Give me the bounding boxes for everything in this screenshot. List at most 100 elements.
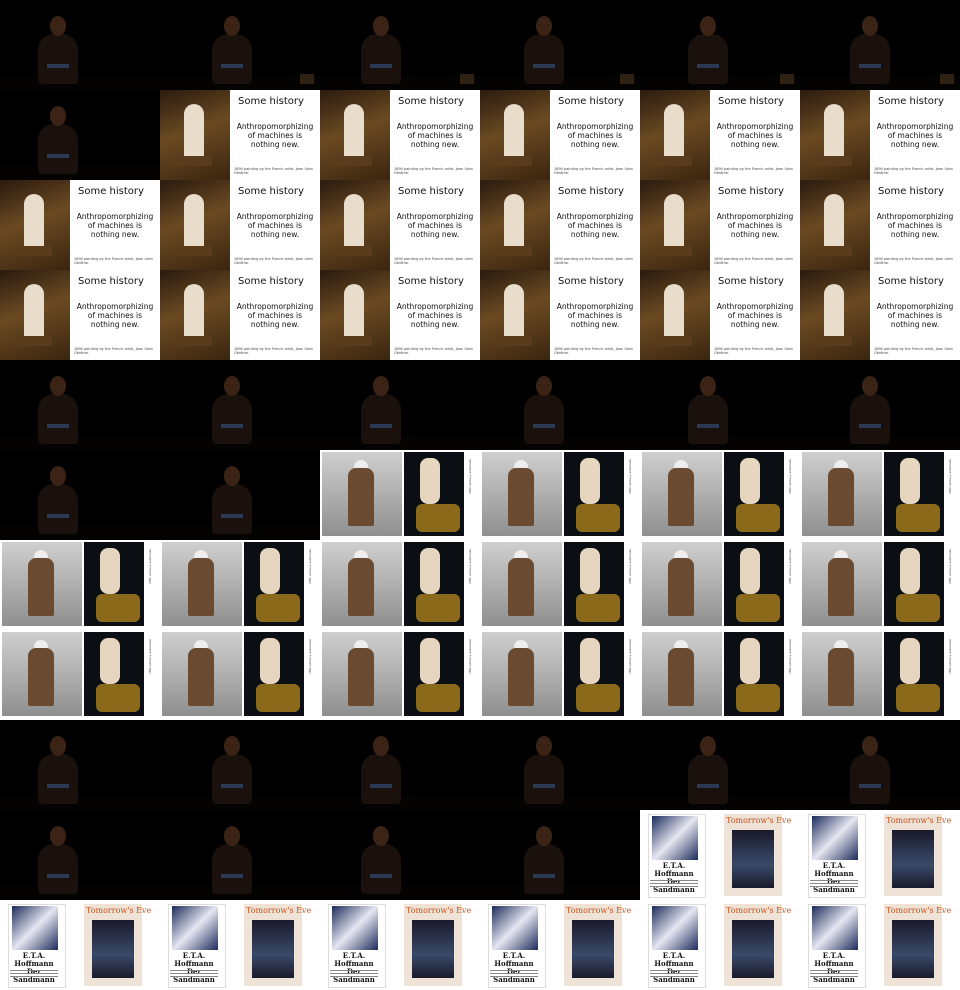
- frame-person[interactable]: [320, 720, 480, 810]
- frame-person[interactable]: [0, 90, 160, 180]
- frame-person[interactable]: [320, 360, 480, 450]
- frame-slideB[interactable]: 18th century automata: [0, 540, 160, 630]
- frame-person[interactable]: [160, 0, 320, 90]
- frame-person[interactable]: [800, 360, 960, 450]
- cover-illustration: [892, 830, 934, 888]
- vertical-caption: [950, 904, 958, 986]
- frame-slideA[interactable]: Some history Anthropomorphizing of machin…: [160, 90, 320, 180]
- frame-person[interactable]: [0, 360, 160, 450]
- frame-person[interactable]: [480, 810, 640, 900]
- automaton-figure: [828, 648, 854, 706]
- slide-body: Anthropomorphizing of machines is nothin…: [876, 122, 954, 149]
- speaker-body: [688, 34, 728, 84]
- frame-slideB[interactable]: 18th century automata: [160, 540, 320, 630]
- frame-person[interactable]: [800, 720, 960, 810]
- gear-mechanism: [736, 504, 780, 532]
- cover-illustration: [492, 906, 538, 950]
- frame-person[interactable]: [320, 810, 480, 900]
- frame-slideC[interactable]: E.T.A. Hoffmann Der Sandmann Tomorrow's E…: [640, 810, 800, 900]
- cover-title: Tomorrow's Eve: [246, 906, 312, 915]
- speaker-body: [38, 394, 78, 444]
- frame-slideA[interactable]: Some history Anthropomorphizing of machin…: [480, 90, 640, 180]
- cover-illustration: [732, 920, 774, 978]
- frame-person[interactable]: [0, 810, 160, 900]
- statue-figure: [664, 284, 684, 340]
- automaton-figure: [668, 558, 694, 616]
- automaton-doll: [740, 548, 760, 594]
- frame-slideB[interactable]: 18th century automata: [160, 630, 320, 720]
- frame-person[interactable]: [480, 720, 640, 810]
- frame-person[interactable]: [160, 360, 320, 450]
- slide-caption: 1890 painting by the French artist, Jean…: [74, 347, 153, 355]
- frame-person[interactable]: [640, 0, 800, 90]
- frame-slideC[interactable]: E.T.A. Hoffmann Der Sandmann Tomorrow's E…: [480, 900, 640, 990]
- gear-mechanism: [576, 594, 620, 622]
- frame-slideA[interactable]: Some history Anthropomorphizing of machin…: [640, 180, 800, 270]
- frame-slideA[interactable]: Some history Anthropomorphizing of machin…: [160, 270, 320, 360]
- frame-person[interactable]: [160, 720, 320, 810]
- frame-person[interactable]: [0, 450, 160, 540]
- frame-person[interactable]: [160, 810, 320, 900]
- frame-person[interactable]: [160, 450, 320, 540]
- frame-person[interactable]: [640, 720, 800, 810]
- frame-person[interactable]: [0, 720, 160, 810]
- frame-slideB[interactable]: 18th century automata: [800, 450, 960, 540]
- frame-slideC[interactable]: E.T.A. Hoffmann Der Sandmann Tomorrow's E…: [160, 900, 320, 990]
- frame-slideB[interactable]: 18th century automata: [480, 630, 640, 720]
- frame-slideA[interactable]: Some history Anthropomorphizing of machin…: [480, 180, 640, 270]
- frame-slideA[interactable]: Some history Anthropomorphizing of machin…: [800, 180, 960, 270]
- frame-slideB[interactable]: 18th century automata: [320, 630, 480, 720]
- frame-person[interactable]: [320, 0, 480, 90]
- frame-slideA[interactable]: Some history Anthropomorphizing of machin…: [0, 270, 160, 360]
- frame-person[interactable]: [800, 0, 960, 90]
- speaker-belt: [47, 64, 69, 68]
- slide-body: Anthropomorphizing of machines is nothin…: [716, 302, 794, 329]
- speaker-head: [50, 826, 66, 846]
- frame-slideB[interactable]: 18th century automata: [640, 630, 800, 720]
- frame-slideA[interactable]: Some history Anthropomorphizing of machin…: [320, 90, 480, 180]
- frame-slideB[interactable]: 18th century automata: [320, 540, 480, 630]
- stage-floor: [0, 886, 160, 900]
- slide-caption: 1890 painting by the French artist, Jean…: [74, 257, 153, 265]
- frame-slideC[interactable]: E.T.A. Hoffmann Der Sandmann Tomorrow's E…: [320, 900, 480, 990]
- frame-person[interactable]: [0, 0, 160, 90]
- frame-person[interactable]: [640, 360, 800, 450]
- frame-slideC[interactable]: E.T.A. Hoffmann Der Sandmann Tomorrow's E…: [0, 900, 160, 990]
- frame-slideC[interactable]: E.T.A. Hoffmann Der Sandmann Tomorrow's E…: [800, 900, 960, 990]
- frame-slideA[interactable]: Some history Anthropomorphizing of machin…: [160, 180, 320, 270]
- speaker-head: [862, 736, 878, 756]
- frame-person[interactable]: [480, 360, 640, 450]
- frame-slideC[interactable]: E.T.A. Hoffmann Der Sandmann Tomorrow's E…: [800, 810, 960, 900]
- automaton-doll: [260, 638, 280, 684]
- slide-heading: Some history: [878, 276, 944, 287]
- frame-slideA[interactable]: Some history Anthropomorphizing of machin…: [320, 270, 480, 360]
- cover-title: E.T.A. Hoffmann Der Sandmann: [813, 951, 855, 984]
- speaker-head: [50, 106, 66, 126]
- frame-slideB[interactable]: 18th century automata: [640, 450, 800, 540]
- automaton-figure: [28, 648, 54, 706]
- frame-slideB[interactable]: 18th century automata: [800, 540, 960, 630]
- frame-slideC[interactable]: E.T.A. Hoffmann Der Sandmann Tomorrow's E…: [640, 900, 800, 990]
- automaton-doll: [740, 638, 760, 684]
- frame-slideB[interactable]: 18th century automata: [640, 540, 800, 630]
- frame-slideB[interactable]: 18th century automata: [320, 450, 480, 540]
- frame-slideB[interactable]: 18th century automata: [800, 630, 960, 720]
- statue-figure: [344, 104, 364, 160]
- frame-slideB[interactable]: 18th century automata: [0, 630, 160, 720]
- slide-body: Anthropomorphizing of machines is nothin…: [396, 122, 474, 149]
- frame-slideA[interactable]: Some history Anthropomorphizing of machin…: [800, 90, 960, 180]
- frame-slideA[interactable]: Some history Anthropomorphizing of machin…: [0, 180, 160, 270]
- frame-slideA[interactable]: Some history Anthropomorphizing of machin…: [640, 90, 800, 180]
- slide-body: Anthropomorphizing of machines is nothin…: [556, 122, 634, 149]
- statue-figure: [184, 284, 204, 340]
- automaton-figure: [508, 468, 534, 526]
- frame-slideA[interactable]: Some history Anthropomorphizing of machin…: [480, 270, 640, 360]
- frame-slideB[interactable]: 18th century automata: [480, 450, 640, 540]
- frame-slideA[interactable]: Some history Anthropomorphizing of machin…: [800, 270, 960, 360]
- frame-person[interactable]: [480, 0, 640, 90]
- frame-slideA[interactable]: Some history Anthropomorphizing of machin…: [640, 270, 800, 360]
- speaker-belt: [533, 64, 555, 68]
- frame-slideA[interactable]: Some history Anthropomorphizing of machin…: [320, 180, 480, 270]
- frame-slideB[interactable]: 18th century automata: [480, 540, 640, 630]
- slide-heading: Some history: [398, 276, 464, 287]
